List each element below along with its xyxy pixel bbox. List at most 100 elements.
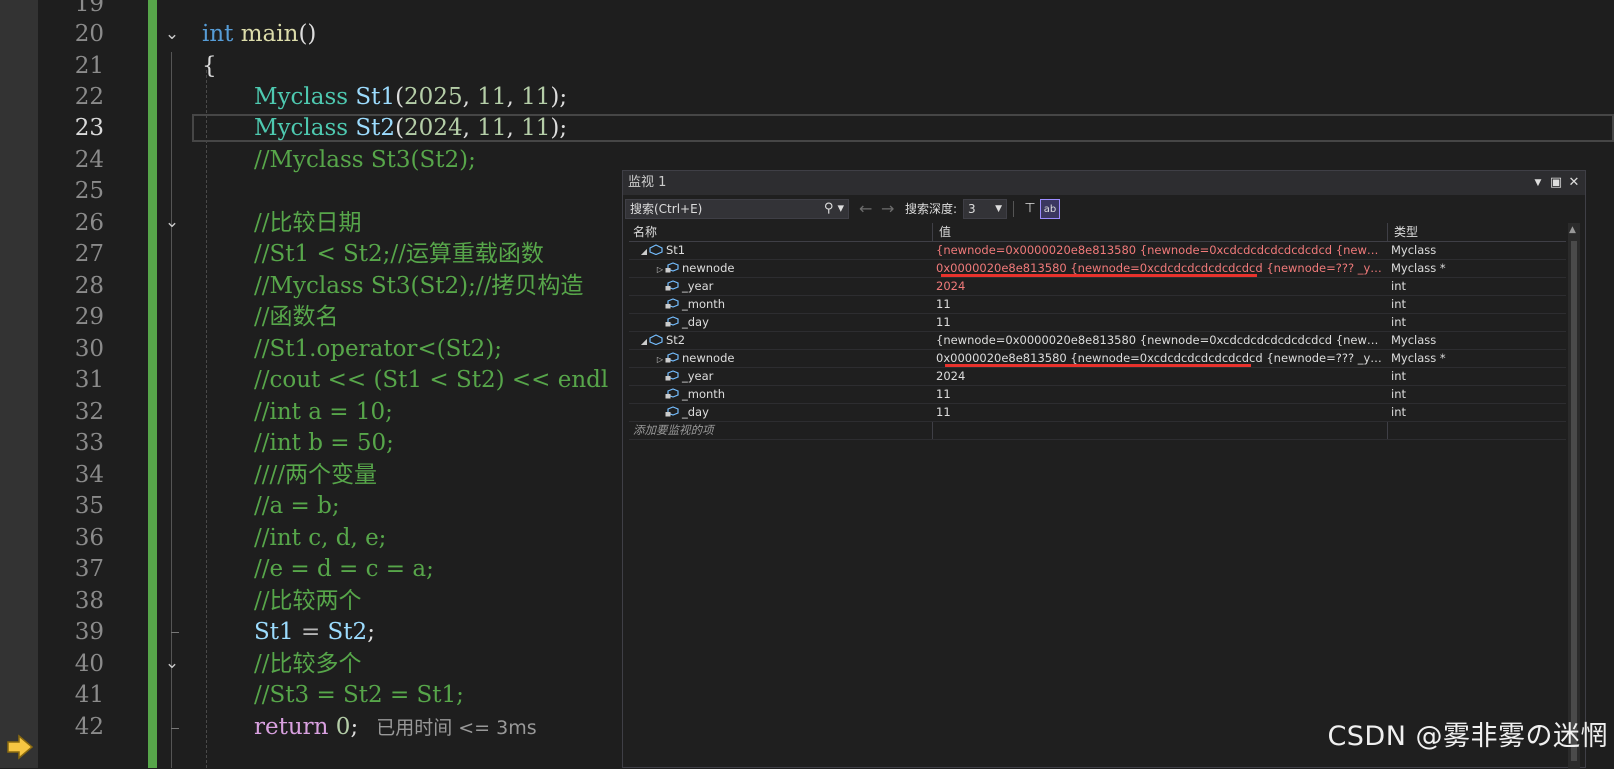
code-line-40[interactable]: //比较多个 — [254, 648, 362, 680]
expanded-triangle-icon[interactable]: ◢ — [639, 333, 649, 350]
dropdown-icon[interactable]: ▼ — [1529, 171, 1547, 195]
collapsed-triangle-icon[interactable]: ▷ — [655, 351, 665, 368]
code-line-39[interactable]: St1 = St2; — [254, 616, 375, 648]
search-depth-select[interactable]: 3 ▼ — [963, 199, 1007, 219]
code-line-31[interactable]: //cout << (St1 < St2) << endl — [254, 364, 608, 396]
fold-chevron-icon[interactable]: ⌄ — [162, 24, 182, 44]
watch-row[interactable]: _day 11 int — [629, 404, 1566, 422]
pin-icon[interactable]: ⊤ — [1020, 199, 1040, 219]
function-name: main — [240, 21, 299, 47]
search-icon[interactable]: ⚲ ▾ — [824, 200, 844, 218]
row-value-cell[interactable]: {newnode=0x0000020e8e813580 {newnode=0xc… — [936, 332, 1384, 349]
code-line-30[interactable]: //St1.operator<(St2); — [254, 333, 502, 365]
close-icon[interactable]: ✕ — [1565, 171, 1583, 195]
watch-toolbar: 搜索(Ctrl+E) ⚲ ▾ ← → 搜索深度: 3 ▼ ⊤ ab — [623, 195, 1585, 223]
grid-header: 名称 值 类型 — [629, 223, 1566, 242]
code-line-34[interactable]: ////两个变量 — [254, 459, 377, 491]
fold-chevron-icon[interactable]: ⌄ — [162, 653, 182, 673]
row-value-cell[interactable]: {newnode=0x0000020e8e813580 {newnode=0xc… — [936, 242, 1384, 259]
string-visualizer-icon[interactable]: ab — [1040, 199, 1060, 219]
column-header-name[interactable]: 名称 — [633, 223, 657, 241]
add-watch-placeholder[interactable]: 添加要监视的项 — [629, 422, 933, 439]
watch-row[interactable]: ▷ newnode 0x0000020e8e813580 {newnode=0xc… — [629, 260, 1566, 278]
variable: St2 — [327, 619, 368, 645]
column-header-value[interactable]: 值 — [939, 223, 951, 241]
fold-chevron-icon[interactable]: ⌄ — [162, 212, 182, 232]
punctuation: () — [298, 21, 317, 47]
watch-row[interactable]: ◢ St2 {newnode=0x0000020e8e813580 {newnod… — [629, 332, 1566, 350]
code-line-36[interactable]: //int c, d, e; — [254, 522, 386, 554]
punctuation: ; — [350, 714, 359, 740]
code-line-24[interactable]: //Myclass St3(St2); — [254, 144, 476, 176]
locked-field-icon — [665, 406, 679, 417]
watch-row[interactable]: _month 11 int — [629, 296, 1566, 314]
watch-row[interactable]: _year 2024 int — [629, 368, 1566, 386]
row-type-cell: int — [1391, 387, 1406, 401]
code-line-23[interactable]: Myclass St2(2024, 11, 11); — [254, 112, 567, 144]
column-divider[interactable] — [1387, 223, 1388, 241]
code-line-29[interactable]: //函数名 — [254, 301, 339, 333]
locked-field-icon — [665, 280, 679, 291]
code-line-21[interactable]: { — [202, 50, 217, 82]
locked-field-icon — [665, 316, 679, 327]
row-value-cell[interactable]: 11 — [936, 314, 1384, 331]
locked-field-icon — [665, 352, 679, 363]
number: 2025 — [404, 84, 463, 110]
code-line-27[interactable]: //St1 < St2;//运算重载函数 — [254, 238, 544, 270]
watch-row[interactable]: _year 2024 int — [629, 278, 1566, 296]
punctuation: ); — [550, 115, 568, 141]
locked-field-icon — [665, 388, 679, 399]
code-line-28[interactable]: //Myclass St3(St2);//拷贝构造 — [254, 270, 583, 302]
back-arrow-icon[interactable]: ← — [859, 199, 872, 219]
change-tracking-bar — [148, 0, 157, 768]
code-line-41[interactable]: //St3 = St2 = St1; — [254, 679, 464, 711]
row-value-cell[interactable]: 11 — [936, 404, 1384, 421]
object-icon — [649, 244, 663, 255]
variable-name: _month — [682, 297, 726, 311]
row-value-cell[interactable]: 11 — [936, 386, 1384, 403]
collapsed-triangle-icon[interactable]: ▷ — [655, 261, 665, 278]
add-watch-row[interactable]: 添加要监视的项 — [629, 422, 1566, 440]
code-line-37[interactable]: //e = d = c = a; — [254, 553, 434, 585]
expanded-triangle-icon[interactable]: ◢ — [639, 243, 649, 260]
object-icon — [649, 334, 663, 345]
code-line-26[interactable]: //比较日期 — [254, 207, 362, 239]
row-name-cell: _year — [629, 368, 965, 385]
watch-row[interactable]: _day 11 int — [629, 314, 1566, 332]
watch-title-bar[interactable]: 监视 1 ▼ ▣ ✕ — [623, 171, 1585, 195]
row-value-cell[interactable]: 11 — [936, 296, 1384, 313]
column-header-type[interactable]: 类型 — [1394, 223, 1418, 241]
code-line-42[interactable]: return 0; 已用时间 <= 3ms — [254, 711, 537, 743]
watch-row[interactable]: _month 11 int — [629, 386, 1566, 404]
search-input[interactable]: 搜索(Ctrl+E) ⚲ ▾ — [625, 199, 849, 219]
locked-field-icon — [665, 262, 679, 273]
row-type-cell: Myclass * — [1391, 351, 1446, 365]
row-value-cell[interactable]: 2024 — [936, 278, 1384, 295]
code-line-35[interactable]: //a = b; — [254, 490, 340, 522]
scrollbar-thumb[interactable] — [1571, 241, 1577, 761]
code-line-33[interactable]: //int b = 50; — [254, 427, 394, 459]
row-value-cell[interactable]: 2024 — [936, 368, 1384, 385]
code-line-20[interactable]: int main() — [202, 18, 316, 50]
variable-name: _month — [682, 387, 726, 401]
search-placeholder: 搜索(Ctrl+E) — [630, 202, 703, 216]
row-type-cell: int — [1391, 297, 1406, 311]
row-type-cell: int — [1391, 369, 1406, 383]
code-line-32[interactable]: //int a = 10; — [254, 396, 393, 428]
row-type-cell: int — [1391, 315, 1406, 329]
glyph-margin[interactable] — [0, 0, 38, 768]
forward-arrow-icon[interactable]: → — [881, 199, 894, 219]
maximize-icon[interactable]: ▣ — [1547, 171, 1565, 195]
line-number: 32 — [74, 399, 104, 425]
line-number: 31 — [74, 367, 104, 393]
variable-name: St2 — [666, 333, 686, 347]
vertical-scrollbar[interactable]: ▲ — [1568, 223, 1580, 769]
watch-row[interactable]: ▷ newnode 0x0000020e8e813580 {newnode=0xc… — [629, 350, 1566, 368]
scroll-up-icon[interactable]: ▲ — [1569, 225, 1576, 235]
column-divider[interactable] — [932, 223, 933, 241]
code-line-38[interactable]: //比较两个 — [254, 585, 362, 617]
line-number: 39 — [74, 619, 104, 645]
code-line-22[interactable]: Myclass St1(2025, 11, 11); — [254, 81, 567, 113]
line-number: 24 — [74, 147, 104, 173]
watch-row[interactable]: ◢ St1 {newnode=0x0000020e8e813580 {newnod… — [629, 242, 1566, 260]
